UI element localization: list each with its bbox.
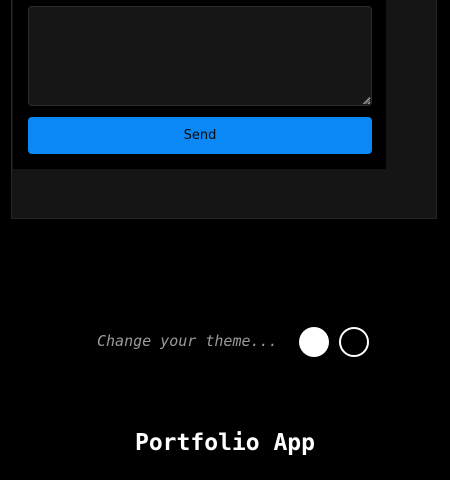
send-button[interactable]: Send [28, 117, 372, 154]
theme-label: Change your theme... [97, 332, 278, 350]
message-textarea[interactable] [28, 6, 372, 106]
dark-theme-button[interactable] [339, 327, 369, 357]
theme-switcher: Change your theme... [0, 326, 450, 358]
app-title: Portfolio App [134, 430, 315, 456]
light-theme-button[interactable] [299, 327, 329, 357]
